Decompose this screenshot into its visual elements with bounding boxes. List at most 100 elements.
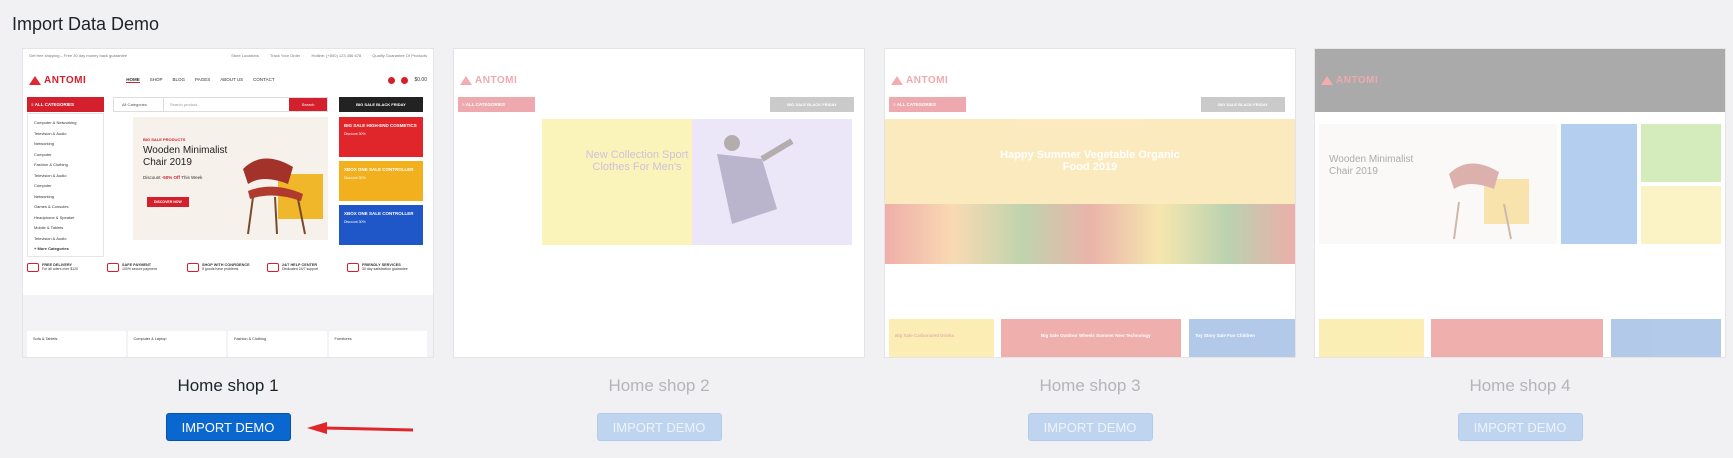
payment-icon [107, 263, 119, 272]
hero-banner: BIG SALE PRODUCTS Wooden Minimalist Chai… [133, 117, 328, 240]
import-demo-button[interactable]: IMPORT DEMO [1457, 413, 1583, 441]
promo-tile: Big Sale Outdoor Wheels Summer New Techn… [1001, 319, 1181, 357]
delivery-icon [27, 263, 39, 272]
logo: ANTOMI [460, 75, 517, 86]
preview-header: ANTOMI HOME SHOP BLOG PAGES ABOUT US CON… [23, 67, 433, 93]
hero-tag: BIG SALE PRODUCTS [143, 137, 186, 142]
feature-item: FREE DELIVERY For all oders over $120 [27, 263, 107, 287]
demo-card-3: ANTOMI ≡ ALL CATEGORIES BIG SALE BLACK F… [884, 48, 1296, 441]
demo-preview-4[interactable]: ANTOMI Wooden Minimalist Chair 2019 [1314, 48, 1726, 358]
import-demo-button[interactable]: IMPORT DEMO [596, 413, 722, 441]
feature-item: 24/7 HELP CENTER Dedicated 24/7 support [267, 263, 347, 287]
category-item: Computer [34, 151, 52, 157]
all-categories-bar: ≡ ALL CATEGORIES [889, 97, 966, 112]
category-item: Mobile & Tablets [34, 225, 64, 230]
feature-item: FRIENDLY SERVICES 30 day satisfaction gua… [347, 263, 427, 287]
promo-tile: XBOX ONE SALE CONTROLLER Discount 30% [339, 205, 423, 245]
demo-preview-1[interactable]: Get free shipping – Free 30 day money ba… [22, 48, 434, 358]
category-list: Computer & Networking Television & Audio… [27, 113, 104, 257]
nav-item: PAGES [195, 77, 211, 82]
category-cards: Sofa & Tablets Computer & Laptop Fashion… [27, 331, 427, 357]
category-item: Television & Audio [34, 130, 67, 136]
search-category: All Categories [114, 98, 164, 111]
demo-name: Home shop 1 [177, 376, 279, 395]
category-item: Networking [34, 193, 55, 199]
search-button: Search [289, 98, 327, 111]
category-item: Computer & Networking [34, 120, 77, 125]
nav-item: ABOUT US [220, 77, 244, 82]
topbar-link: Store Locations [231, 53, 259, 58]
topbar-link: Quality Guarantee Of Products [372, 53, 427, 58]
hero-discount: Discount -50% Off This Week [143, 175, 203, 180]
demo-card-2: ANTOMI ≡ ALL CATEGORIES BIG SALE BLACK F… [453, 48, 865, 441]
help-icon [267, 263, 279, 272]
hero-banner: Wooden Minimalist Chair 2019 [1319, 124, 1557, 244]
topbar-link: Hotline: (+800) 123 456 678 [311, 53, 362, 58]
logo: ANTOMI [891, 75, 948, 86]
category-item: Computer [34, 183, 52, 188]
import-demo-button[interactable]: IMPORT DEMO [165, 413, 291, 441]
category-card: Furnitures [328, 331, 427, 357]
hero-title: New Collection Sport Clothes For Men's [585, 149, 689, 173]
category-card: Fashion & Clothing [228, 331, 327, 357]
hero-banner: New Collection Sport Clothes For Men's [542, 119, 852, 245]
topbar-text: Get free shipping – Free 30 day money ba… [29, 53, 128, 58]
promo-tile [1641, 186, 1721, 244]
black-friday-banner: BIG SALE BLACK FRIDAY [339, 97, 423, 112]
nav-item: BLOG [172, 77, 186, 82]
promo-tile: XBOX ONE SALE CONTROLLER Discount 30% [339, 161, 423, 201]
hero-button: DISCOVER NOW [147, 197, 189, 207]
demo-name: Home shop 3 [1039, 376, 1141, 395]
feature-item: SHOP WITH CONFIDENCE If goods have proble… [187, 263, 267, 287]
category-item: Fashion & Clothing [34, 162, 68, 167]
nav-item: CONTACT [253, 77, 275, 82]
chair-image [243, 158, 323, 235]
cart-total: $0.00 [414, 76, 427, 83]
hero-title: Happy Summer Vegetable Organic Food 2019 [1000, 149, 1180, 173]
hero-title: Wooden Minimalist Chair 2019 [1329, 154, 1414, 177]
category-card: Computer & Laptop [127, 331, 226, 357]
service-icon [347, 263, 359, 272]
promo-tile: Toy Story Sale Fun Children [1189, 319, 1295, 357]
promo-tile [1611, 319, 1721, 357]
promo-tile [1561, 124, 1637, 244]
demo-card-4: ANTOMI Wooden Minimalist Chair 2019 Home… [1314, 48, 1726, 441]
demo-preview-3[interactable]: ANTOMI ≡ ALL CATEGORIES BIG SALE BLACK F… [884, 48, 1296, 358]
search-placeholder: Search product... [170, 102, 201, 107]
category-item: Headphone & Speaker [34, 214, 75, 220]
more-categories: More Categories [37, 246, 69, 251]
topbar-link: Track Your Order [270, 53, 301, 58]
promo-tile: Big Sale Carbonated Drinks [889, 319, 994, 357]
preview-nav: HOME SHOP BLOG PAGES ABOUT US CONTACT [126, 77, 284, 83]
feature-row: FREE DELIVERY For all oders over $120 SAF… [27, 263, 427, 287]
demo-preview-2[interactable]: ANTOMI ≡ ALL CATEGORIES BIG SALE BLACK F… [453, 48, 865, 358]
logo-mark-icon [29, 75, 41, 85]
logo: ANTOMI [29, 75, 86, 86]
demo-name: Home shop 2 [608, 376, 710, 395]
confidence-icon [187, 263, 199, 272]
promo-tile [1319, 319, 1424, 357]
import-demo-button[interactable]: IMPORT DEMO [1027, 413, 1153, 441]
feature-item: SAFE PAYMENT 100% secure payment [107, 263, 187, 287]
promo-tile [1641, 124, 1721, 182]
logo: ANTOMI [1321, 75, 1378, 86]
category-item: Television & Audio [34, 235, 67, 241]
category-card: Sofa & Tablets [27, 331, 126, 357]
hero-title: Wooden Minimalist Chair 2019 [143, 145, 228, 168]
all-categories-bar: ≡ ALL CATEGORIES [458, 97, 535, 112]
preview-search: All Categories Search product... Search [113, 97, 328, 112]
arrow-annotation-icon [307, 422, 414, 434]
category-item: Networking [34, 141, 55, 146]
demo-card-1: Get free shipping – Free 30 day money ba… [22, 48, 434, 441]
cart-icon [401, 76, 409, 84]
chair-image [1449, 163, 1529, 240]
nav-item: HOME [126, 77, 140, 83]
category-item: Games & Consoles [34, 204, 69, 209]
nav-item: SHOP [149, 77, 163, 82]
hero-banner: Happy Summer Vegetable Organic Food 2019 [885, 119, 1295, 264]
page-title: Import Data Demo [12, 14, 160, 34]
all-categories-bar: ≡ ALL CATEGORIES [27, 97, 104, 112]
vegetables-image [885, 204, 1295, 264]
promo-tile: BIG SALE HIGH-END COSMETICS Discount 30% [339, 117, 423, 157]
demo-name: Home shop 4 [1469, 376, 1571, 395]
